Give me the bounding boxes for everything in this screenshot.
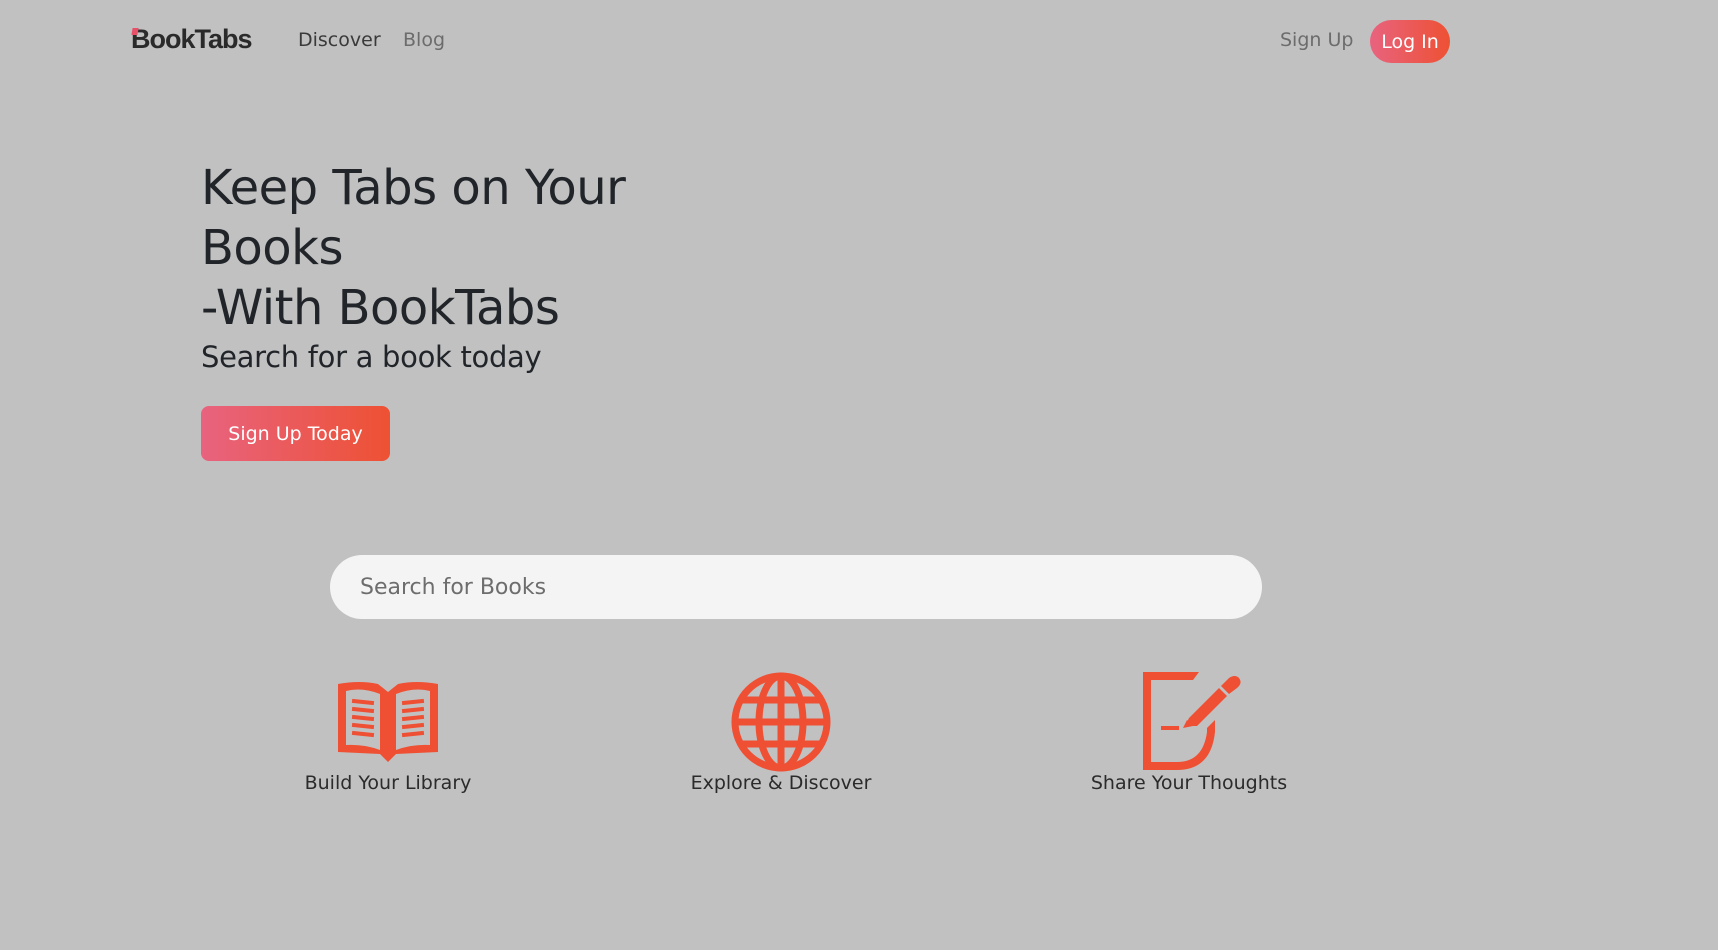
feature-label: Build Your Library — [304, 772, 472, 794]
nav-signup-link[interactable]: Sign Up — [1280, 29, 1353, 51]
logo-tab-mark-icon — [131, 28, 139, 35]
nav-link-discover[interactable]: Discover — [298, 29, 381, 51]
feature-explore-discover: Explore & Discover — [651, 672, 911, 794]
feature-label: Explore & Discover — [690, 772, 872, 794]
hero-title-line: -With BookTabs — [201, 280, 560, 336]
open-book-icon — [338, 682, 438, 762]
hero-title: Keep Tabs on Your Books -With BookTabs — [201, 158, 721, 338]
feature-share-thoughts: Share Your Thoughts — [1059, 672, 1319, 794]
signup-today-button[interactable]: Sign Up Today — [201, 406, 390, 461]
feature-label: Share Your Thoughts — [1090, 772, 1288, 794]
hero-title-line: Books — [201, 220, 343, 276]
login-button[interactable]: Log In — [1370, 20, 1450, 63]
navbar: BookTabs Discover Blog Sign Up Log In — [0, 0, 1718, 84]
globe-icon — [731, 672, 831, 772]
pen-paper-icon — [1143, 672, 1241, 770]
hero-subtitle: Search for a book today — [201, 340, 542, 374]
hero-title-line: Keep Tabs on Your — [201, 160, 626, 216]
brand-logo[interactable]: BookTabs — [131, 24, 253, 55]
hero-section: Keep Tabs on Your Books -With BookTabs S… — [201, 158, 721, 374]
nav-link-blog[interactable]: Blog — [403, 29, 445, 51]
search-bar — [330, 555, 1262, 619]
search-input[interactable] — [330, 555, 1262, 619]
feature-build-library: Build Your Library — [258, 678, 518, 794]
brand-name: BookTabs — [131, 24, 253, 54]
